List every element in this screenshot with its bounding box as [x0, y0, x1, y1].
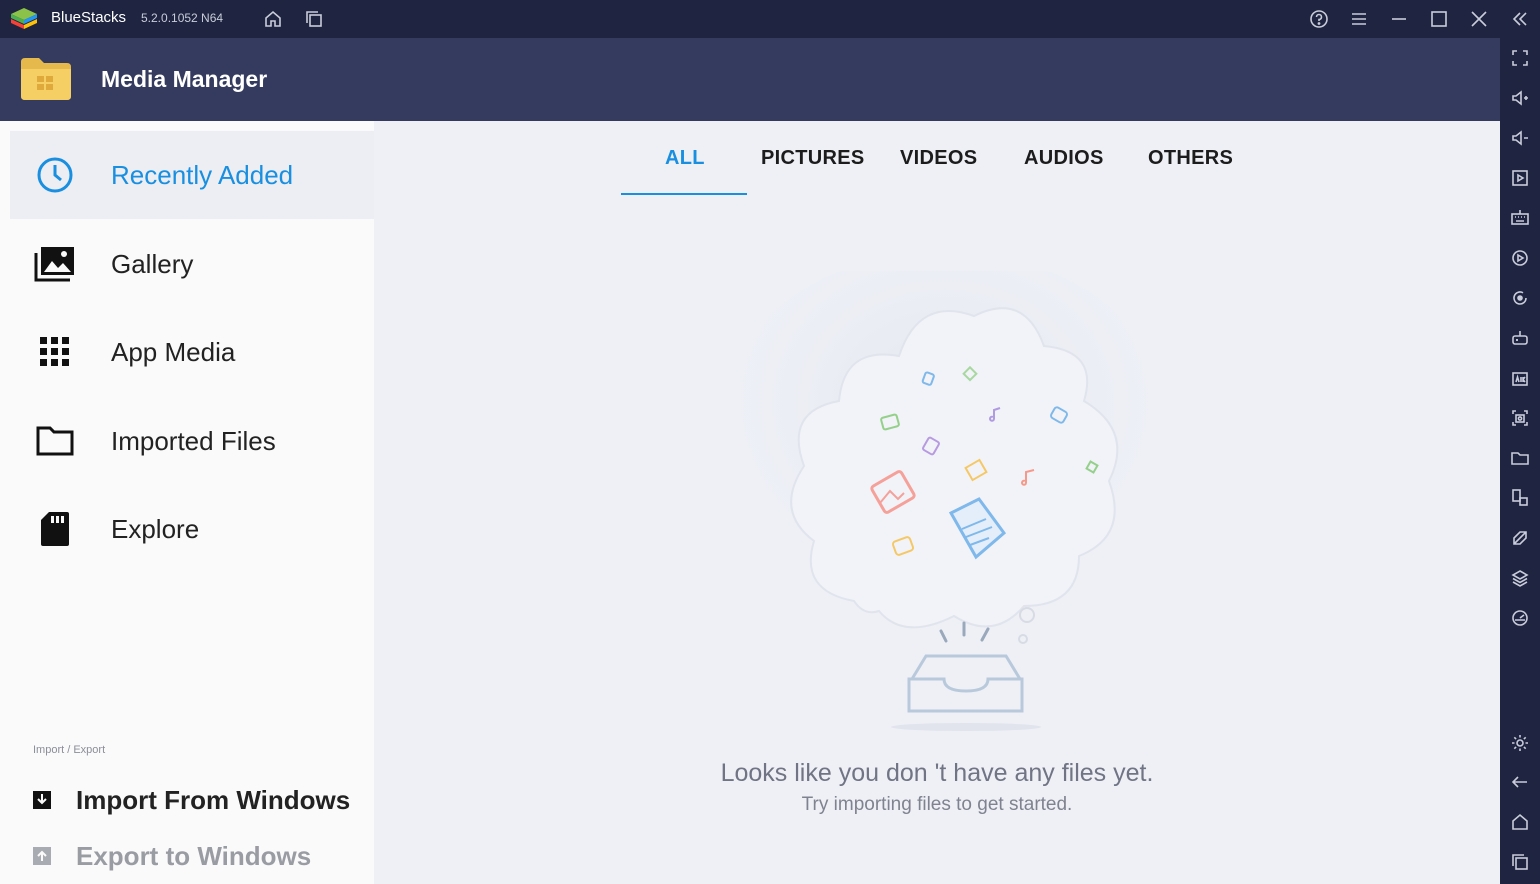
maximize-icon[interactable]: [1427, 7, 1451, 31]
media-player-icon[interactable]: [1508, 166, 1532, 190]
media-manager-folder-icon: [21, 58, 71, 100]
nav-label: Recently Added: [111, 159, 294, 190]
layers-icon[interactable]: [1508, 566, 1532, 590]
tab-others[interactable]: OTHERS: [1148, 147, 1233, 170]
performance-icon[interactable]: [1508, 606, 1532, 630]
main-content: ALL PICTURES VIDEOS AUDIOS OTHERS Looks …: [374, 121, 1500, 884]
import-icon: [33, 791, 51, 809]
macro-icon[interactable]: [1508, 246, 1532, 270]
bluestacks-logo-icon: [11, 8, 37, 29]
game-controls-icon[interactable]: [1508, 326, 1532, 350]
nav-item-explore[interactable]: Explore: [10, 485, 374, 573]
gallery-icon: [34, 243, 76, 285]
back-icon[interactable]: [1508, 770, 1532, 794]
app-header: Media Manager: [0, 38, 1500, 121]
android-home-icon[interactable]: [1508, 810, 1532, 834]
page-title: Media Manager: [101, 66, 268, 92]
import-export-section-label: Import / Export: [33, 744, 106, 756]
nav-item-recently-added[interactable]: Recently Added: [10, 131, 374, 219]
tab-audios[interactable]: AUDIOS: [1024, 147, 1104, 170]
empty-state-subtitle: Try importing files to get started.: [801, 794, 1073, 815]
apk-icon[interactable]: [1508, 366, 1532, 390]
multi-instance-sync-icon[interactable]: [1508, 486, 1532, 510]
empty-inbox-illustration: [704, 271, 1174, 731]
import-from-windows-button[interactable]: Import From Windows: [32, 784, 352, 815]
sd-card-icon: [34, 508, 76, 550]
multi-instance-icon[interactable]: [302, 7, 326, 31]
export-label: Export to Windows: [76, 840, 312, 871]
keyboard-icon[interactable]: [1508, 206, 1532, 230]
active-tab-indicator: [621, 193, 747, 195]
tab-all[interactable]: ALL: [665, 147, 705, 170]
screenshot-icon[interactable]: [1508, 406, 1532, 430]
help-icon[interactable]: [1307, 7, 1331, 31]
menu-icon[interactable]: [1347, 7, 1371, 31]
volume-up-icon[interactable]: [1508, 86, 1532, 110]
close-icon[interactable]: [1467, 7, 1491, 31]
import-label: Import From Windows: [76, 784, 351, 815]
nav-item-app-media[interactable]: App Media: [10, 308, 374, 396]
nav-label: Imported Files: [111, 425, 276, 456]
export-icon: [33, 847, 51, 865]
nav-item-gallery[interactable]: Gallery: [10, 220, 374, 308]
tab-pictures[interactable]: PICTURES: [761, 147, 865, 170]
empty-state-title: Looks like you don 't have any files yet…: [720, 759, 1154, 787]
collapse-sidebar-icon[interactable]: [1508, 7, 1532, 31]
rotate-icon[interactable]: [1508, 286, 1532, 310]
minimize-icon[interactable]: [1387, 7, 1411, 31]
settings-icon[interactable]: [1508, 731, 1532, 755]
recent-apps-icon[interactable]: [1508, 850, 1532, 874]
nav-label: Explore: [111, 513, 200, 544]
home-icon[interactable]: [261, 7, 285, 31]
clock-icon: [34, 154, 76, 196]
media-folder-icon[interactable]: [1508, 446, 1532, 470]
folder-icon: [34, 420, 76, 462]
right-sidebar: [1500, 38, 1540, 884]
left-nav: Recently Added Gallery App Media Importe…: [0, 121, 374, 884]
tab-videos[interactable]: VIDEOS: [900, 147, 977, 170]
title-bar: BlueStacks 5.2.0.1052 N64: [0, 0, 1540, 38]
app-version: 5.2.0.1052 N64: [141, 11, 224, 25]
nav-label: App Media: [111, 336, 236, 367]
app-name: BlueStacks: [51, 9, 127, 26]
fullscreen-icon[interactable]: [1508, 46, 1532, 70]
grid-icon: [34, 331, 76, 373]
nav-label: Gallery: [111, 248, 194, 279]
nav-item-imported-files[interactable]: Imported Files: [10, 397, 374, 485]
eco-mode-icon[interactable]: [1508, 526, 1532, 550]
export-to-windows-button[interactable]: Export to Windows: [32, 840, 352, 871]
volume-down-icon[interactable]: [1508, 126, 1532, 150]
